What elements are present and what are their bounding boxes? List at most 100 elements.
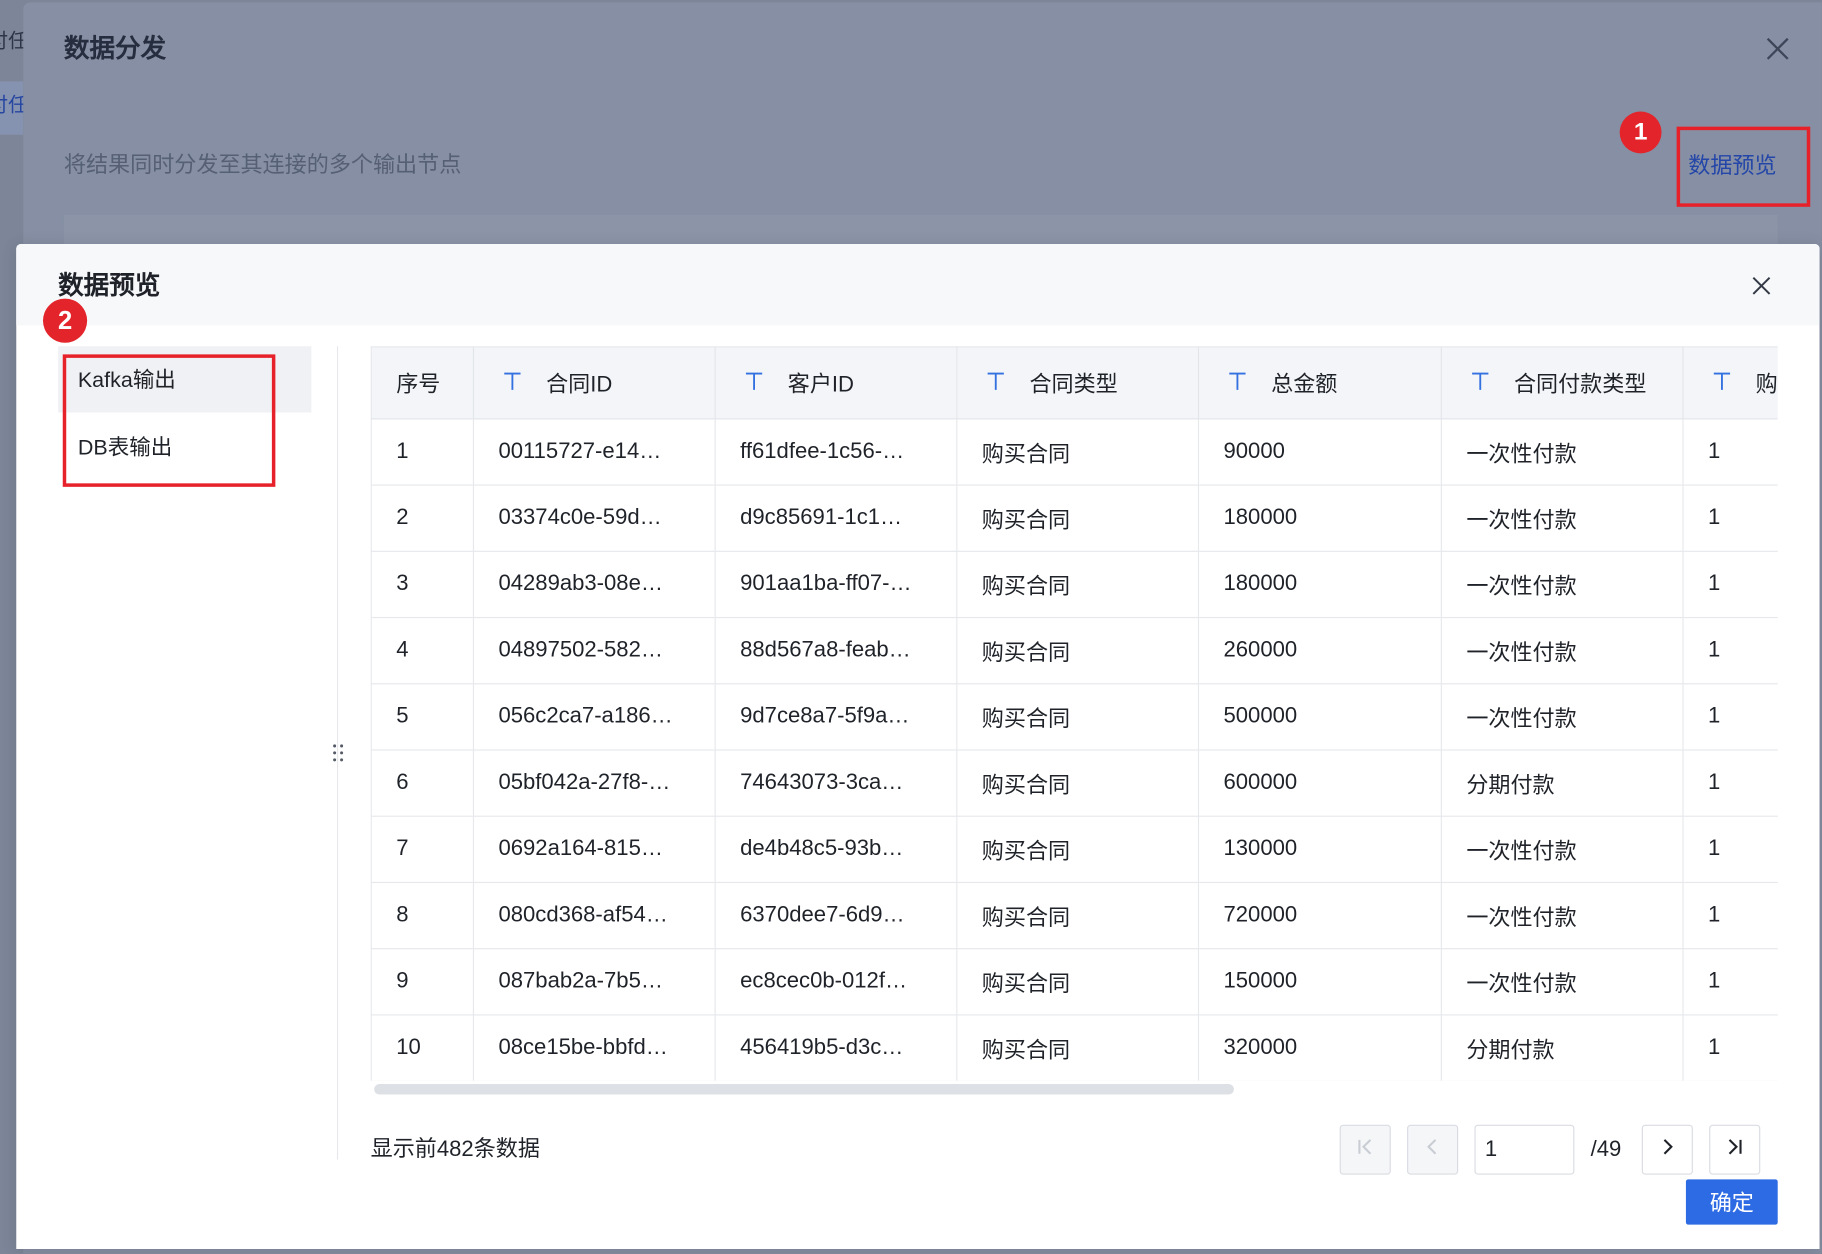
cell-purchase: 1 (1682, 948, 1778, 1016)
cell-customer-id: 6370dee7-6d9… (714, 881, 958, 950)
data-preview-dialog: 数据预览 Kafka输出 DB表输出 序号 合同ID 客户ID 合同类型 总金额… (16, 243, 1820, 1250)
column-header-index: 序号 (370, 346, 475, 420)
cell-total-amount: 260000 (1197, 616, 1442, 685)
annotation-highlight-box (1676, 126, 1811, 207)
total-pages-label: /49 (1590, 1137, 1622, 1162)
cell-index: 9 (370, 948, 475, 1016)
table-row: 7 0692a164-815… de4b48c5-93b… 购买合同 13000… (370, 815, 1778, 884)
cell-payment-type: 一次性付款 (1440, 881, 1684, 950)
prev-page-icon (1421, 1135, 1444, 1164)
cell-purchase: 1 (1682, 749, 1778, 817)
column-header-contract-id: 合同ID (472, 346, 716, 420)
column-header-label: 合同付款类型 (1513, 372, 1647, 398)
dialog-title: 数据预览 (58, 270, 161, 300)
text-type-icon (985, 370, 1006, 391)
cell-payment-type: 一次性付款 (1440, 418, 1684, 486)
data-count-summary: 显示前482条数据 (370, 1137, 540, 1162)
cell-contract-type: 购买合同 (956, 948, 1200, 1016)
table-header-row: 序号 合同ID 客户ID 合同类型 总金额 合同付款类型 购 (370, 346, 1778, 420)
cell-purchase: 1 (1682, 616, 1778, 685)
column-header-purchase: 购 (1682, 346, 1778, 420)
page-number-input[interactable] (1474, 1124, 1575, 1175)
cell-contract-type: 购买合同 (956, 616, 1200, 685)
cell-index: 4 (370, 616, 475, 685)
cell-payment-type: 一次性付款 (1440, 815, 1684, 884)
cell-customer-id: 901aa1ba-ff07-… (714, 550, 958, 619)
cell-purchase: 1 (1682, 418, 1778, 486)
cell-total-amount: 180000 (1197, 484, 1442, 552)
distribution-dialog-title: 数据分发 (63, 33, 167, 63)
cell-contract-id: 08ce15be-bbfd… (472, 1014, 716, 1081)
cell-total-amount: 500000 (1197, 683, 1442, 751)
annotation-step-badge: 1 (1619, 111, 1662, 154)
table-row: 8 080cd368-af54… 6370dee7-6d9… 购买合同 7200… (370, 881, 1778, 950)
cell-contract-id: 080cd368-af54… (472, 881, 716, 950)
cell-customer-id: d9c85691-1c1… (714, 484, 958, 552)
cell-contract-id: 03374c0e-59d… (472, 484, 716, 552)
cell-index: 7 (370, 815, 475, 884)
last-page-button[interactable] (1709, 1124, 1761, 1175)
cell-total-amount: 320000 (1197, 1014, 1442, 1081)
column-header-label: 总金额 (1271, 372, 1338, 398)
next-page-button[interactable] (1641, 1124, 1693, 1175)
cell-payment-type: 一次性付款 (1440, 948, 1684, 1016)
cell-purchase: 1 (1682, 1014, 1778, 1081)
text-type-icon (1711, 370, 1732, 391)
drag-handle-icon[interactable] (331, 741, 345, 764)
cell-index: 8 (370, 881, 475, 950)
distribution-table-header (63, 214, 1778, 244)
table-row: 10 08ce15be-bbfd… 456419b5-d3c… 购买合同 320… (370, 1014, 1778, 1081)
preview-table-container[interactable]: 序号 合同ID 客户ID 合同类型 总金额 合同付款类型 购 1 0011572… (370, 346, 1778, 1081)
cell-purchase: 1 (1682, 484, 1778, 552)
cell-customer-id: 456419b5-d3c… (714, 1014, 958, 1081)
cell-total-amount: 720000 (1197, 881, 1442, 950)
cell-payment-type: 一次性付款 (1440, 616, 1684, 685)
cell-contract-type: 购买合同 (956, 484, 1200, 552)
close-icon[interactable] (1747, 272, 1775, 300)
column-header-total-amount: 总金额 (1197, 346, 1442, 420)
cell-contract-id: 087bab2a-7b5… (472, 948, 716, 1016)
last-page-icon (1723, 1135, 1746, 1164)
cell-customer-id: 88d567a8-feab… (714, 616, 958, 685)
cell-index: 10 (370, 1014, 475, 1081)
cell-contract-id: 04897502-582… (472, 616, 716, 685)
cell-total-amount: 600000 (1197, 749, 1442, 817)
distribution-dialog-description: 将结果同时分发至其连接的多个输出节点 (63, 153, 462, 178)
cell-contract-id: 04289ab3-08e… (472, 550, 716, 619)
table-row: 3 04289ab3-08e… 901aa1ba-ff07-… 购买合同 180… (370, 550, 1778, 619)
table-row: 9 087bab2a-7b5… ec8cec0b-012f… 购买合同 1500… (370, 948, 1778, 1016)
cell-index: 2 (370, 484, 475, 552)
cell-total-amount: 130000 (1197, 815, 1442, 884)
cell-customer-id: 74643073-3ca… (714, 749, 958, 817)
cell-index: 5 (370, 683, 475, 751)
cell-contract-type: 购买合同 (956, 881, 1200, 950)
cell-contract-type: 购买合同 (956, 749, 1200, 817)
cell-contract-id: 00115727-e14… (472, 418, 716, 486)
column-header-label: 合同类型 (1029, 372, 1118, 398)
cell-purchase: 1 (1682, 683, 1778, 751)
prev-page-button[interactable] (1407, 1124, 1459, 1175)
cell-contract-type: 购买合同 (956, 418, 1200, 486)
screen: 付任 付任 数据分发 将结果同时分发至其连接的多个输出节点 数据预览 数据预览 … (0, 0, 1822, 1254)
horizontal-scrollbar[interactable] (374, 1084, 1234, 1095)
cell-purchase: 1 (1682, 815, 1778, 884)
cell-contract-type: 购买合同 (956, 550, 1200, 619)
confirm-button[interactable]: 确定 (1685, 1179, 1778, 1225)
first-page-icon (1354, 1135, 1377, 1164)
column-header-label: 购 (1755, 372, 1778, 398)
cell-contract-type: 购买合同 (956, 1014, 1200, 1081)
close-icon[interactable] (1763, 34, 1793, 64)
text-type-icon (744, 370, 765, 391)
annotation-step-badge: 2 (42, 298, 88, 343)
cell-customer-id: 9d7ce8a7-5f9a… (714, 683, 958, 751)
text-type-icon (1470, 370, 1491, 391)
cell-contract-id: 0692a164-815… (472, 815, 716, 884)
cell-index: 6 (370, 749, 475, 817)
column-header-label: 客户ID (787, 372, 855, 398)
cell-payment-type: 一次性付款 (1440, 683, 1684, 751)
cell-customer-id: de4b48c5-93b… (714, 815, 958, 884)
cell-payment-type: 一次性付款 (1440, 550, 1684, 619)
text-type-icon (502, 370, 523, 391)
first-page-button[interactable] (1339, 1124, 1391, 1175)
table-row: 2 03374c0e-59d… d9c85691-1c1… 购买合同 18000… (370, 484, 1778, 552)
